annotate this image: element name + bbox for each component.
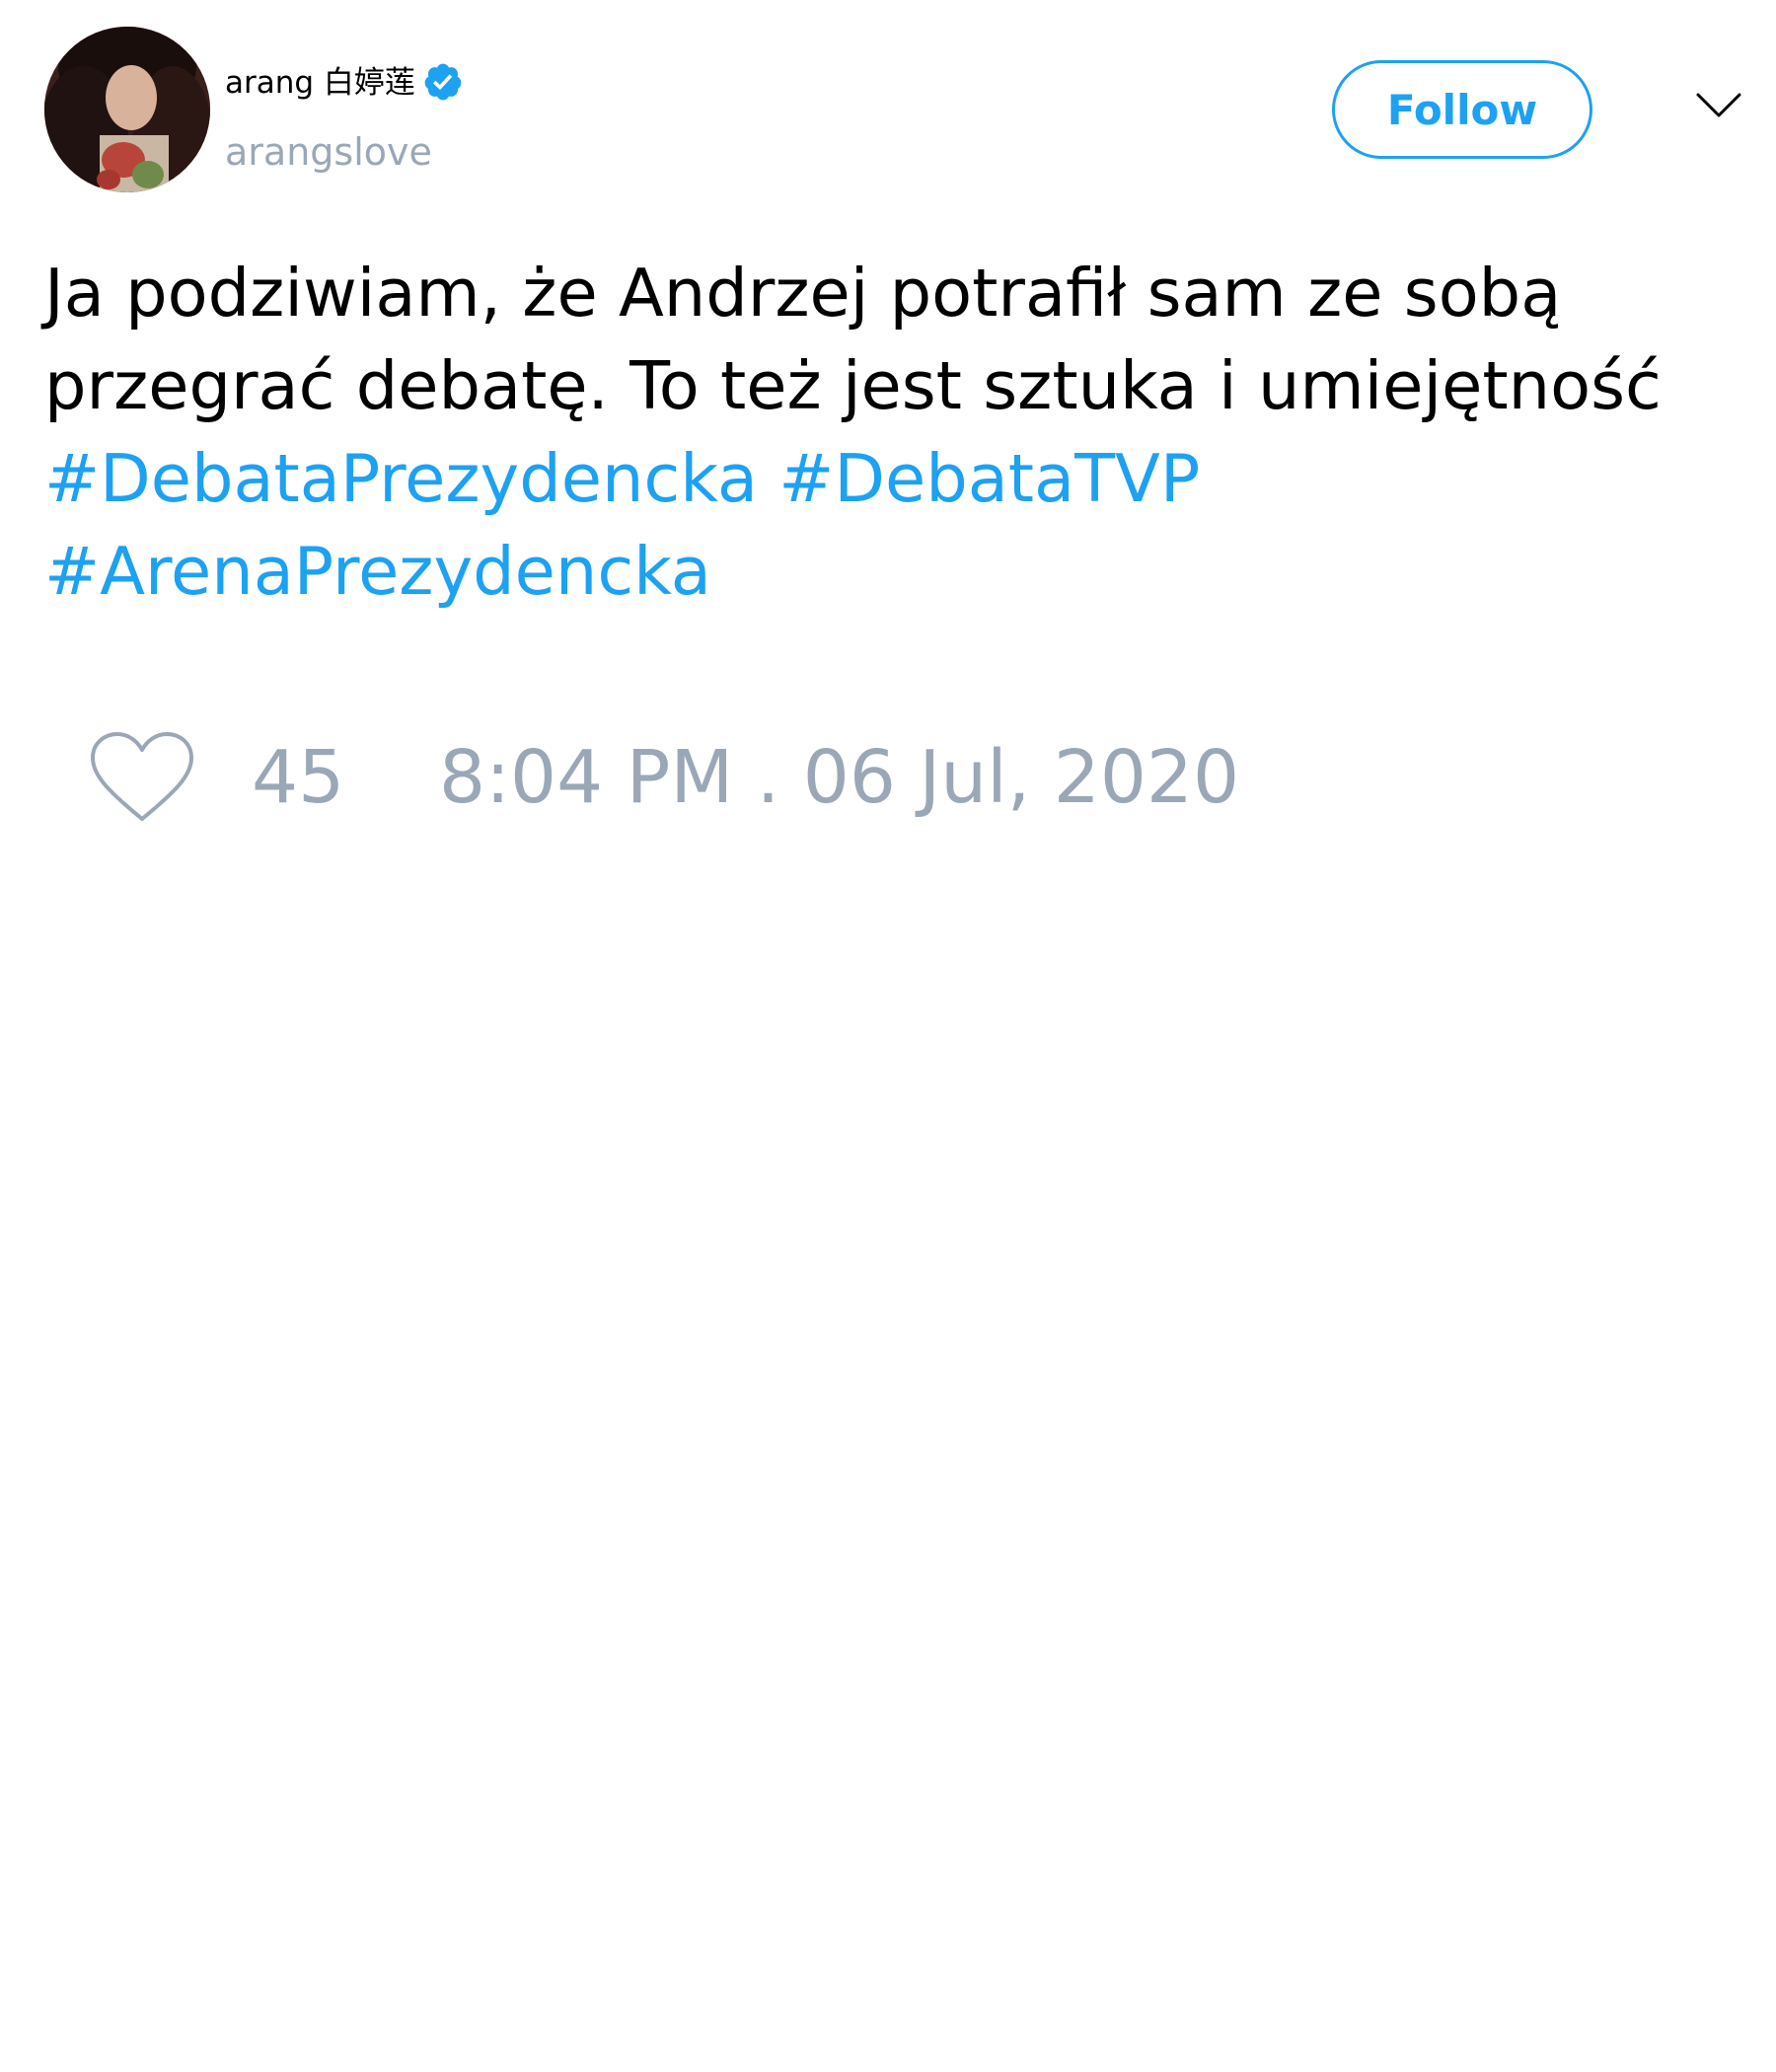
like-count: 45 (252, 735, 345, 820)
hashtag-line: #DebataPrezydencka #DebataTVP (44, 432, 1741, 525)
tweet-text-line: Ja podziwiam, że Andrzej potrafił sam ze… (44, 255, 1562, 332)
profile-photo-icon (44, 27, 210, 192)
hashtag-link[interactable]: #DebataTVP (778, 440, 1200, 517)
hashtag-line: #ArenaPrezydencka (44, 525, 1741, 618)
chevron-down-icon[interactable] (1695, 91, 1742, 120)
heart-icon[interactable] (89, 730, 195, 825)
tweet-text-line: przegrać debatę. To też jest sztuka i um… (44, 347, 1662, 424)
display-name[interactable]: arang 白婷莲 (225, 63, 415, 103)
verified-badge-icon (424, 63, 462, 101)
hashtag-link[interactable]: #ArenaPrezydencka (44, 533, 711, 610)
timestamp[interactable]: 8:04 PM . 06 Jul, 2020 (439, 733, 1239, 822)
tweet-text: Ja podziwiam, że Andrzej potrafił sam ze… (44, 247, 1741, 618)
avatar[interactable] (44, 27, 210, 192)
hashtag-link[interactable]: #DebataPrezydencka (44, 440, 758, 517)
follow-button[interactable]: Follow (1332, 60, 1592, 159)
user-handle[interactable]: arangslove (225, 130, 432, 174)
